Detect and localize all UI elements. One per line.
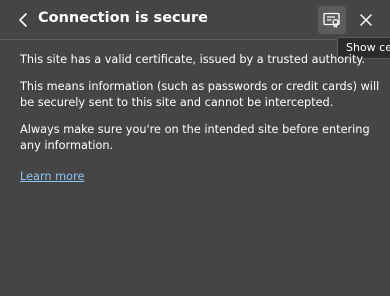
close-button[interactable] — [352, 6, 380, 34]
security-info-content: This site has a valid certificate, issue… — [20, 52, 380, 185]
panel-header: Connection is secure — [0, 0, 390, 40]
certificate-icon — [323, 12, 340, 28]
secure-transfer-text: This means information (such as password… — [20, 80, 380, 109]
header-divider — [0, 39, 336, 40]
back-button[interactable] — [12, 8, 34, 32]
show-certificate-button[interactable] — [318, 6, 346, 34]
page-title: Connection is secure — [38, 10, 208, 26]
verify-site-text: Always make sure you're on the intended … — [20, 123, 370, 152]
close-icon — [360, 14, 372, 26]
learn-more-link[interactable]: Learn more — [20, 169, 84, 185]
certificate-valid-text: This site has a valid certificate, issue… — [20, 53, 366, 66]
chevron-left-icon — [19, 13, 27, 27]
